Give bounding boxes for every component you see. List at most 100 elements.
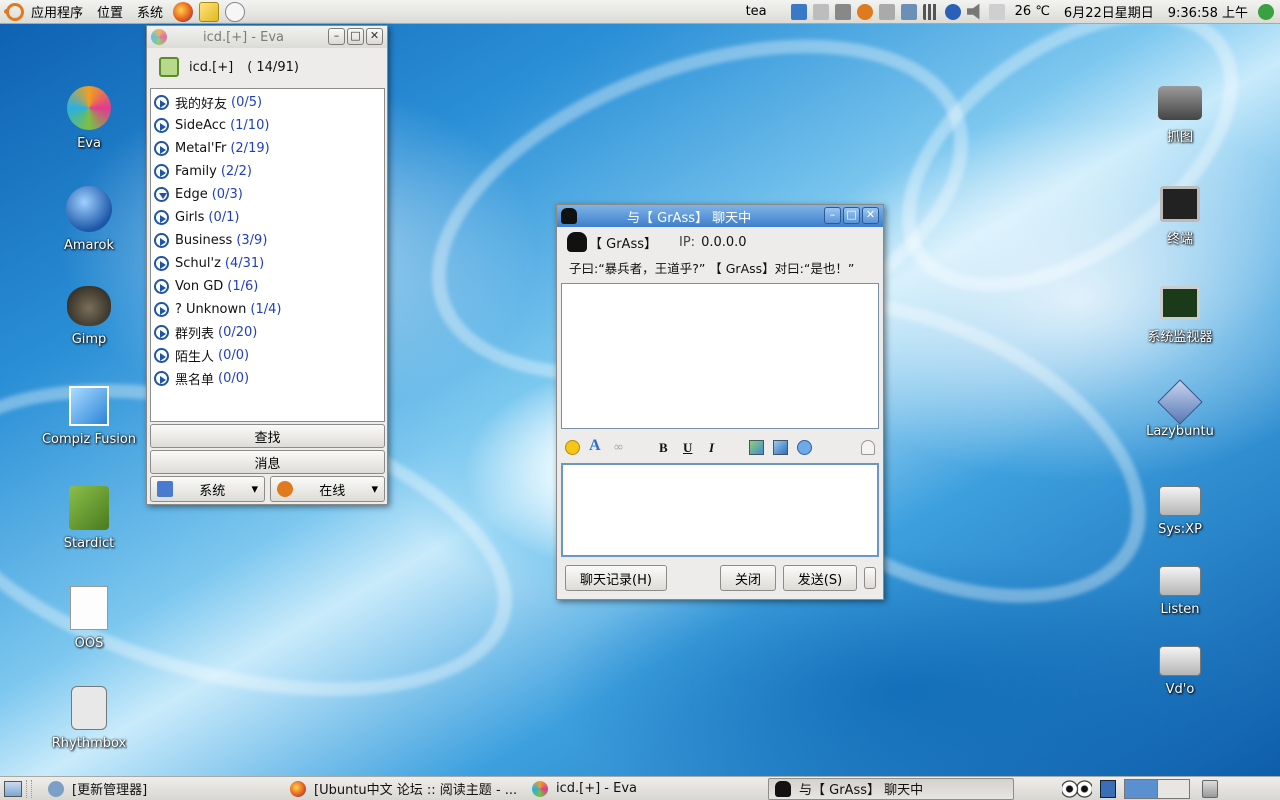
computer-icon[interactable] (900, 3, 917, 20)
download-icon[interactable] (834, 3, 851, 20)
maximize-button[interactable]: □ (347, 28, 364, 45)
collapsed-arrow-icon[interactable] (154, 325, 169, 340)
bluetooth-icon[interactable] (944, 3, 961, 20)
buddy-group-row[interactable]: Business (3/9) (151, 229, 384, 252)
desktop-icon-lazybuntu[interactable]: Lazybuntu (1130, 379, 1230, 439)
task-firefox-forum[interactable]: [Ubuntu中文 论坛 :: 阅读主题 - ... (284, 778, 524, 800)
send-button[interactable]: 发送(S) (783, 565, 857, 591)
emoticon-icon[interactable] (565, 440, 580, 455)
notes-icon[interactable] (1100, 779, 1116, 798)
buddy-group-row[interactable]: 我的好友 (0/5) (151, 91, 384, 114)
message-button[interactable]: 消息 (150, 450, 385, 474)
desktop-icon-compiz[interactable]: Compiz Fusion (39, 386, 139, 447)
desktop-icon-oos[interactable]: OOS (39, 586, 139, 651)
desktop-icon-stardict[interactable]: Stardict (39, 486, 139, 551)
eva-tray-icon[interactable] (856, 3, 873, 20)
clock-app-icon[interactable] (225, 1, 246, 22)
collapsed-arrow-icon[interactable] (154, 164, 169, 179)
eva-titlebar[interactable]: icd.[+] - Eva – □ ✕ (147, 26, 387, 48)
buddy-group-row[interactable]: ? Unknown (1/4) (151, 298, 384, 321)
places-menu[interactable]: 位置 (90, 0, 130, 24)
task-chat[interactable]: 与【 GrAss】 聊天中 (768, 777, 1014, 800)
desktop-icon-vdo[interactable]: Vd'o (1130, 646, 1230, 697)
find-button[interactable]: 查找 (150, 424, 385, 448)
logout-icon[interactable] (1258, 3, 1274, 20)
desktop-icon-gimp[interactable]: Gimp (39, 286, 139, 347)
chat-history-button[interactable]: 聊天记录(H) (565, 565, 667, 591)
buddy-group-row[interactable]: SideAcc (1/10) (151, 114, 384, 137)
network-icon[interactable] (790, 3, 807, 20)
link-icon[interactable]: ∞ (613, 440, 624, 455)
desktop-icon-sysxp[interactable]: Sys:XP (1130, 486, 1230, 537)
system-menu[interactable]: 系统 (130, 0, 170, 24)
desktop-icon-rhythmbox[interactable]: Rhythmbox (39, 686, 139, 751)
buddy-group-row[interactable]: Schul'z (4/31) (151, 252, 384, 275)
workspace-switcher[interactable] (1124, 778, 1190, 799)
ubuntu-logo-icon[interactable] (4, 2, 24, 21)
screenshot-icon[interactable] (773, 440, 788, 455)
message-input[interactable] (561, 463, 879, 557)
desktop-icon-eva[interactable]: Eva (39, 86, 139, 151)
collapsed-arrow-icon[interactable] (154, 210, 169, 225)
collapsed-arrow-icon[interactable] (154, 141, 169, 156)
underline-button[interactable]: U (683, 440, 692, 456)
firefox-icon[interactable] (173, 1, 194, 22)
desktop-icon-terminal[interactable]: 终端 (1130, 186, 1230, 247)
date[interactable]: 6月22日星期日 (1057, 0, 1161, 24)
bold-button[interactable]: B (659, 440, 668, 456)
status-menu-button[interactable]: 在线 ▾ (270, 476, 385, 502)
collapsed-arrow-icon[interactable] (154, 233, 169, 248)
minimize-button[interactable]: – (824, 207, 841, 224)
buddy-group-row[interactable]: Edge (0/3) (151, 183, 384, 206)
drive-icon[interactable] (878, 3, 895, 20)
send-image-icon[interactable] (749, 440, 764, 455)
user-info-icon[interactable] (861, 440, 875, 455)
signal-icon[interactable] (922, 3, 939, 20)
close-button[interactable]: ✕ (862, 207, 879, 224)
buddy-group-row[interactable]: Von GD (1/6) (151, 275, 384, 298)
collapsed-arrow-icon[interactable] (154, 279, 169, 294)
printer-icon[interactable] (812, 3, 829, 20)
volume-icon[interactable] (966, 3, 980, 20)
maximize-button[interactable]: □ (843, 207, 860, 224)
buddy-group-row[interactable]: Family (2/2) (151, 160, 384, 183)
close-chat-button[interactable]: 关闭 (720, 565, 776, 591)
trash-icon[interactable] (1202, 779, 1218, 798)
eva-account-header[interactable]: icd.[+] ( 14/91) (147, 48, 387, 86)
task-update-manager[interactable]: [更新管理器] (42, 778, 282, 800)
group-name: 群列表 (175, 327, 215, 342)
chat-titlebar[interactable]: 与【 GrAss】 聊天中 – □ ✕ (557, 205, 883, 227)
text-editor-icon[interactable] (199, 1, 220, 22)
buddy-group-row[interactable]: 群列表 (0/20) (151, 321, 384, 344)
buddy-group-row[interactable]: Metal'Fr (2/19) (151, 137, 384, 160)
expanded-arrow-icon[interactable] (154, 187, 169, 202)
desktop-icon-screenshot[interactable]: 抓图 (1130, 86, 1230, 145)
desktop-icon-amarok[interactable]: Amarok (39, 186, 139, 253)
time[interactable]: 9:36:58 上午 (1161, 0, 1255, 24)
desktop-icon-listen[interactable]: Listen (1130, 566, 1230, 617)
quick-reply-icon[interactable] (797, 440, 812, 455)
collapsed-arrow-icon[interactable] (154, 118, 169, 133)
show-desktop-icon[interactable] (4, 780, 22, 797)
italic-button[interactable]: I (709, 440, 714, 456)
collapsed-arrow-icon[interactable] (154, 302, 169, 317)
buddy-group-row[interactable]: 陌生人 (0/0) (151, 344, 384, 367)
workspace-1[interactable] (1125, 779, 1158, 798)
close-button[interactable]: ✕ (366, 28, 383, 45)
minimize-button[interactable]: – (328, 28, 345, 45)
collapsed-arrow-icon[interactable] (154, 348, 169, 363)
system-menu-button[interactable]: 系统 ▾ (150, 476, 265, 502)
temperature[interactable]: 26 ℃ (1008, 0, 1057, 24)
buddy-group-row[interactable]: 黑名单 (0/0) (151, 367, 384, 390)
workspace-2[interactable] (1157, 779, 1189, 798)
desktop-icon-system-monitor[interactable]: 系统监视器 (1130, 286, 1230, 345)
collapsed-arrow-icon[interactable] (154, 256, 169, 271)
send-options-button[interactable] (864, 567, 876, 589)
font-icon[interactable]: A (589, 437, 601, 455)
chat-history-area[interactable] (561, 283, 879, 429)
task-eva[interactable]: icd.[+] - Eva (526, 778, 766, 800)
collapsed-arrow-icon[interactable] (154, 371, 169, 386)
collapsed-arrow-icon[interactable] (154, 95, 169, 110)
buddy-group-row[interactable]: Girls (0/1) (151, 206, 384, 229)
applications-menu[interactable]: 应用程序 (24, 0, 90, 24)
